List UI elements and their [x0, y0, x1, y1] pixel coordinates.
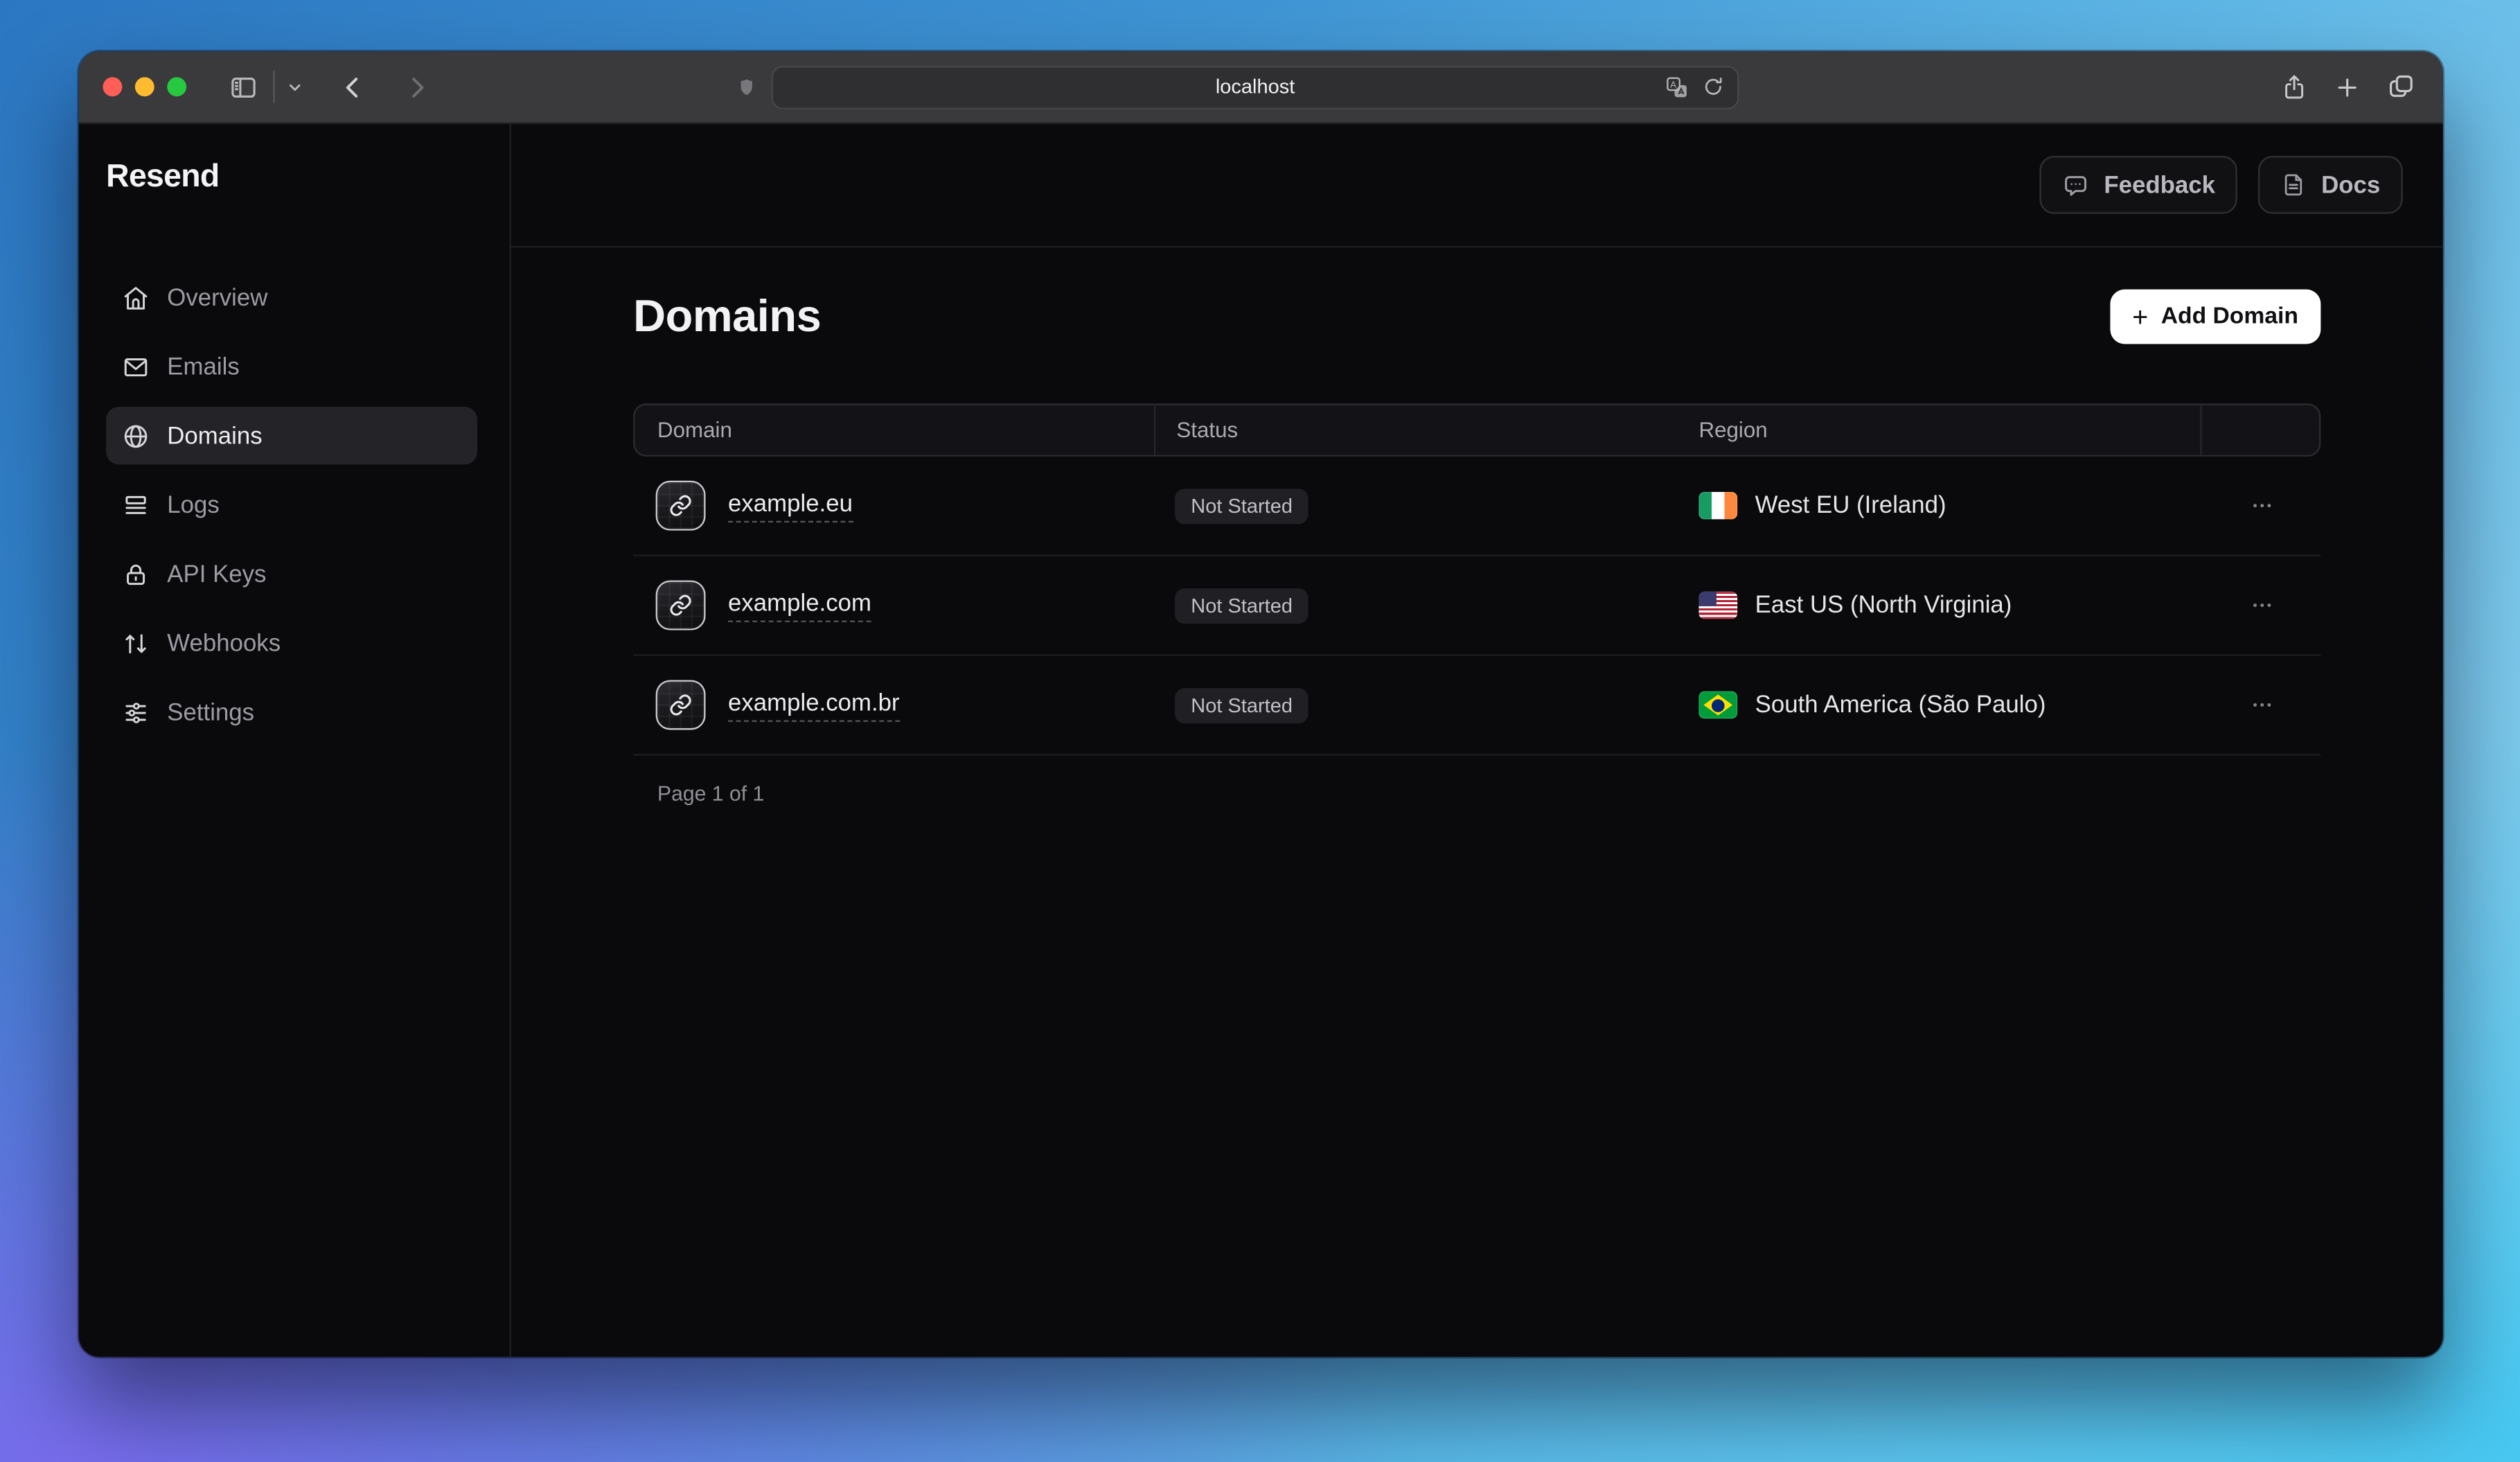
sidebar-item-settings[interactable]: Settings [106, 683, 477, 741]
url-text: localhost [1216, 76, 1295, 98]
row-actions-button[interactable] [2244, 487, 2280, 524]
toolbar-right-cluster [2280, 72, 2415, 101]
region-flag-icon [1698, 592, 1737, 619]
globe-icon [122, 422, 149, 449]
domain-link[interactable]: example.com.br [728, 689, 900, 721]
lock-icon [122, 561, 149, 588]
main-area: Feedback Docs Domains + Add Dom [511, 124, 2443, 1357]
minimize-button[interactable] [135, 77, 154, 96]
column-header-status: Status [1155, 405, 1679, 455]
docs-button[interactable]: Docs [2259, 156, 2403, 214]
table-row: example.com.br Not Started South America… [633, 656, 2321, 756]
privacy-shield-icon [736, 75, 757, 99]
svg-text:A: A [1670, 78, 1676, 89]
page-topbar: Feedback Docs [511, 124, 2443, 248]
new-tab-icon[interactable] [2334, 73, 2361, 100]
link-icon [668, 493, 693, 518]
browser-toolbar: localhost A [79, 51, 2443, 123]
page-title: Domains [633, 291, 821, 342]
status-badge: Not Started [1175, 488, 1308, 523]
app-shell: Resend Overview Emails Domains Logs API … [79, 124, 2443, 1357]
table-body: example.eu Not Started West EU (Ireland)… [633, 457, 2321, 756]
row-actions-button[interactable] [2244, 587, 2280, 624]
table-row: example.com Not Started East US (North V… [633, 556, 2321, 656]
sidebar-toggle-icon[interactable] [228, 71, 258, 102]
link-icon [668, 593, 693, 617]
document-icon [2281, 172, 2307, 197]
toolbar-divider [273, 71, 274, 103]
chevron-down-icon[interactable] [286, 78, 304, 96]
region-flag-icon [1698, 492, 1737, 519]
link-tile [656, 680, 706, 730]
column-header-domain: Domain [635, 405, 1155, 455]
arrows-up-down-icon [122, 629, 149, 656]
sidebar-item-label: Emails [167, 353, 239, 380]
zoom-button[interactable] [167, 77, 186, 96]
column-header-actions [2202, 405, 2319, 455]
logs-icon [122, 491, 149, 518]
ellipsis-icon [2250, 593, 2274, 617]
home-icon [122, 284, 149, 311]
link-icon [668, 693, 693, 717]
status-badge: Not Started [1175, 588, 1308, 623]
pagination-label: Page 1 of 1 [633, 782, 2321, 806]
table-header: Domain Status Region [633, 403, 2321, 457]
forward-icon[interactable] [403, 73, 430, 100]
back-icon[interactable] [339, 73, 366, 100]
table-row: example.eu Not Started West EU (Ireland) [633, 457, 2321, 556]
region-flag-icon [1698, 692, 1737, 719]
sidebar-item-label: API Keys [167, 561, 266, 588]
desktop-background: localhost A [0, 0, 2520, 1461]
add-domain-button[interactable]: + Add Domain [2110, 290, 2321, 344]
sidebar-item-webhooks[interactable]: Webhooks [106, 614, 477, 672]
traffic-lights [103, 77, 186, 96]
address-zone: localhost A [736, 51, 1739, 122]
ellipsis-icon [2250, 693, 2274, 717]
link-tile [656, 581, 706, 631]
reload-icon[interactable] [1702, 76, 1724, 98]
sidebar: Resend Overview Emails Domains Logs API … [79, 124, 511, 1357]
domain-link[interactable]: example.com [728, 589, 871, 621]
browser-window: localhost A [79, 51, 2443, 1357]
sidebar-item-label: Settings [167, 698, 254, 725]
feedback-button[interactable]: Feedback [2040, 156, 2238, 214]
docs-label: Docs [2321, 171, 2380, 198]
add-domain-label: Add Domain [2161, 304, 2298, 330]
translate-icon[interactable]: A [1665, 75, 1689, 99]
speech-bubble-icon [2062, 171, 2089, 198]
sidebar-item-label: Overview [167, 284, 267, 311]
feedback-label: Feedback [2104, 171, 2215, 198]
plus-icon: + [2132, 303, 2148, 330]
region-label: East US (North Virginia) [1755, 592, 2012, 619]
page-header-row: Domains + Add Domain [633, 290, 2321, 344]
sidebar-item-label: Domains [167, 422, 262, 449]
tab-overview-icon[interactable] [2386, 72, 2415, 101]
sidebar-nav: Overview Emails Domains Logs API Keys We… [79, 268, 510, 752]
sidebar-item-label: Logs [167, 491, 219, 518]
region-label: South America (São Paulo) [1755, 692, 2046, 719]
ellipsis-icon [2250, 493, 2274, 518]
sliders-icon [122, 698, 149, 725]
sidebar-item-api-keys[interactable]: API Keys [106, 545, 477, 604]
page-content: Domains + Add Domain Domain Status Regio… [511, 247, 2443, 805]
sidebar-item-overview[interactable]: Overview [106, 268, 477, 326]
sidebar-item-emails[interactable]: Emails [106, 337, 477, 396]
sidebar-item-domains[interactable]: Domains [106, 407, 477, 465]
column-header-region: Region [1680, 405, 2202, 455]
resend-logo: Resend [106, 159, 509, 196]
toolbar-left-cluster [228, 71, 430, 103]
row-actions-button[interactable] [2244, 687, 2280, 723]
address-bar[interactable]: localhost A [772, 65, 1739, 109]
status-badge: Not Started [1175, 687, 1308, 723]
address-bar-icons: A [1665, 75, 1725, 99]
link-tile [656, 481, 706, 531]
sidebar-item-label: Webhooks [167, 629, 281, 656]
mail-icon [122, 353, 149, 380]
domain-link[interactable]: example.eu [728, 490, 853, 522]
share-icon[interactable] [2280, 72, 2307, 101]
sidebar-item-logs[interactable]: Logs [106, 476, 477, 534]
region-label: West EU (Ireland) [1755, 492, 1946, 519]
close-button[interactable] [103, 77, 122, 96]
